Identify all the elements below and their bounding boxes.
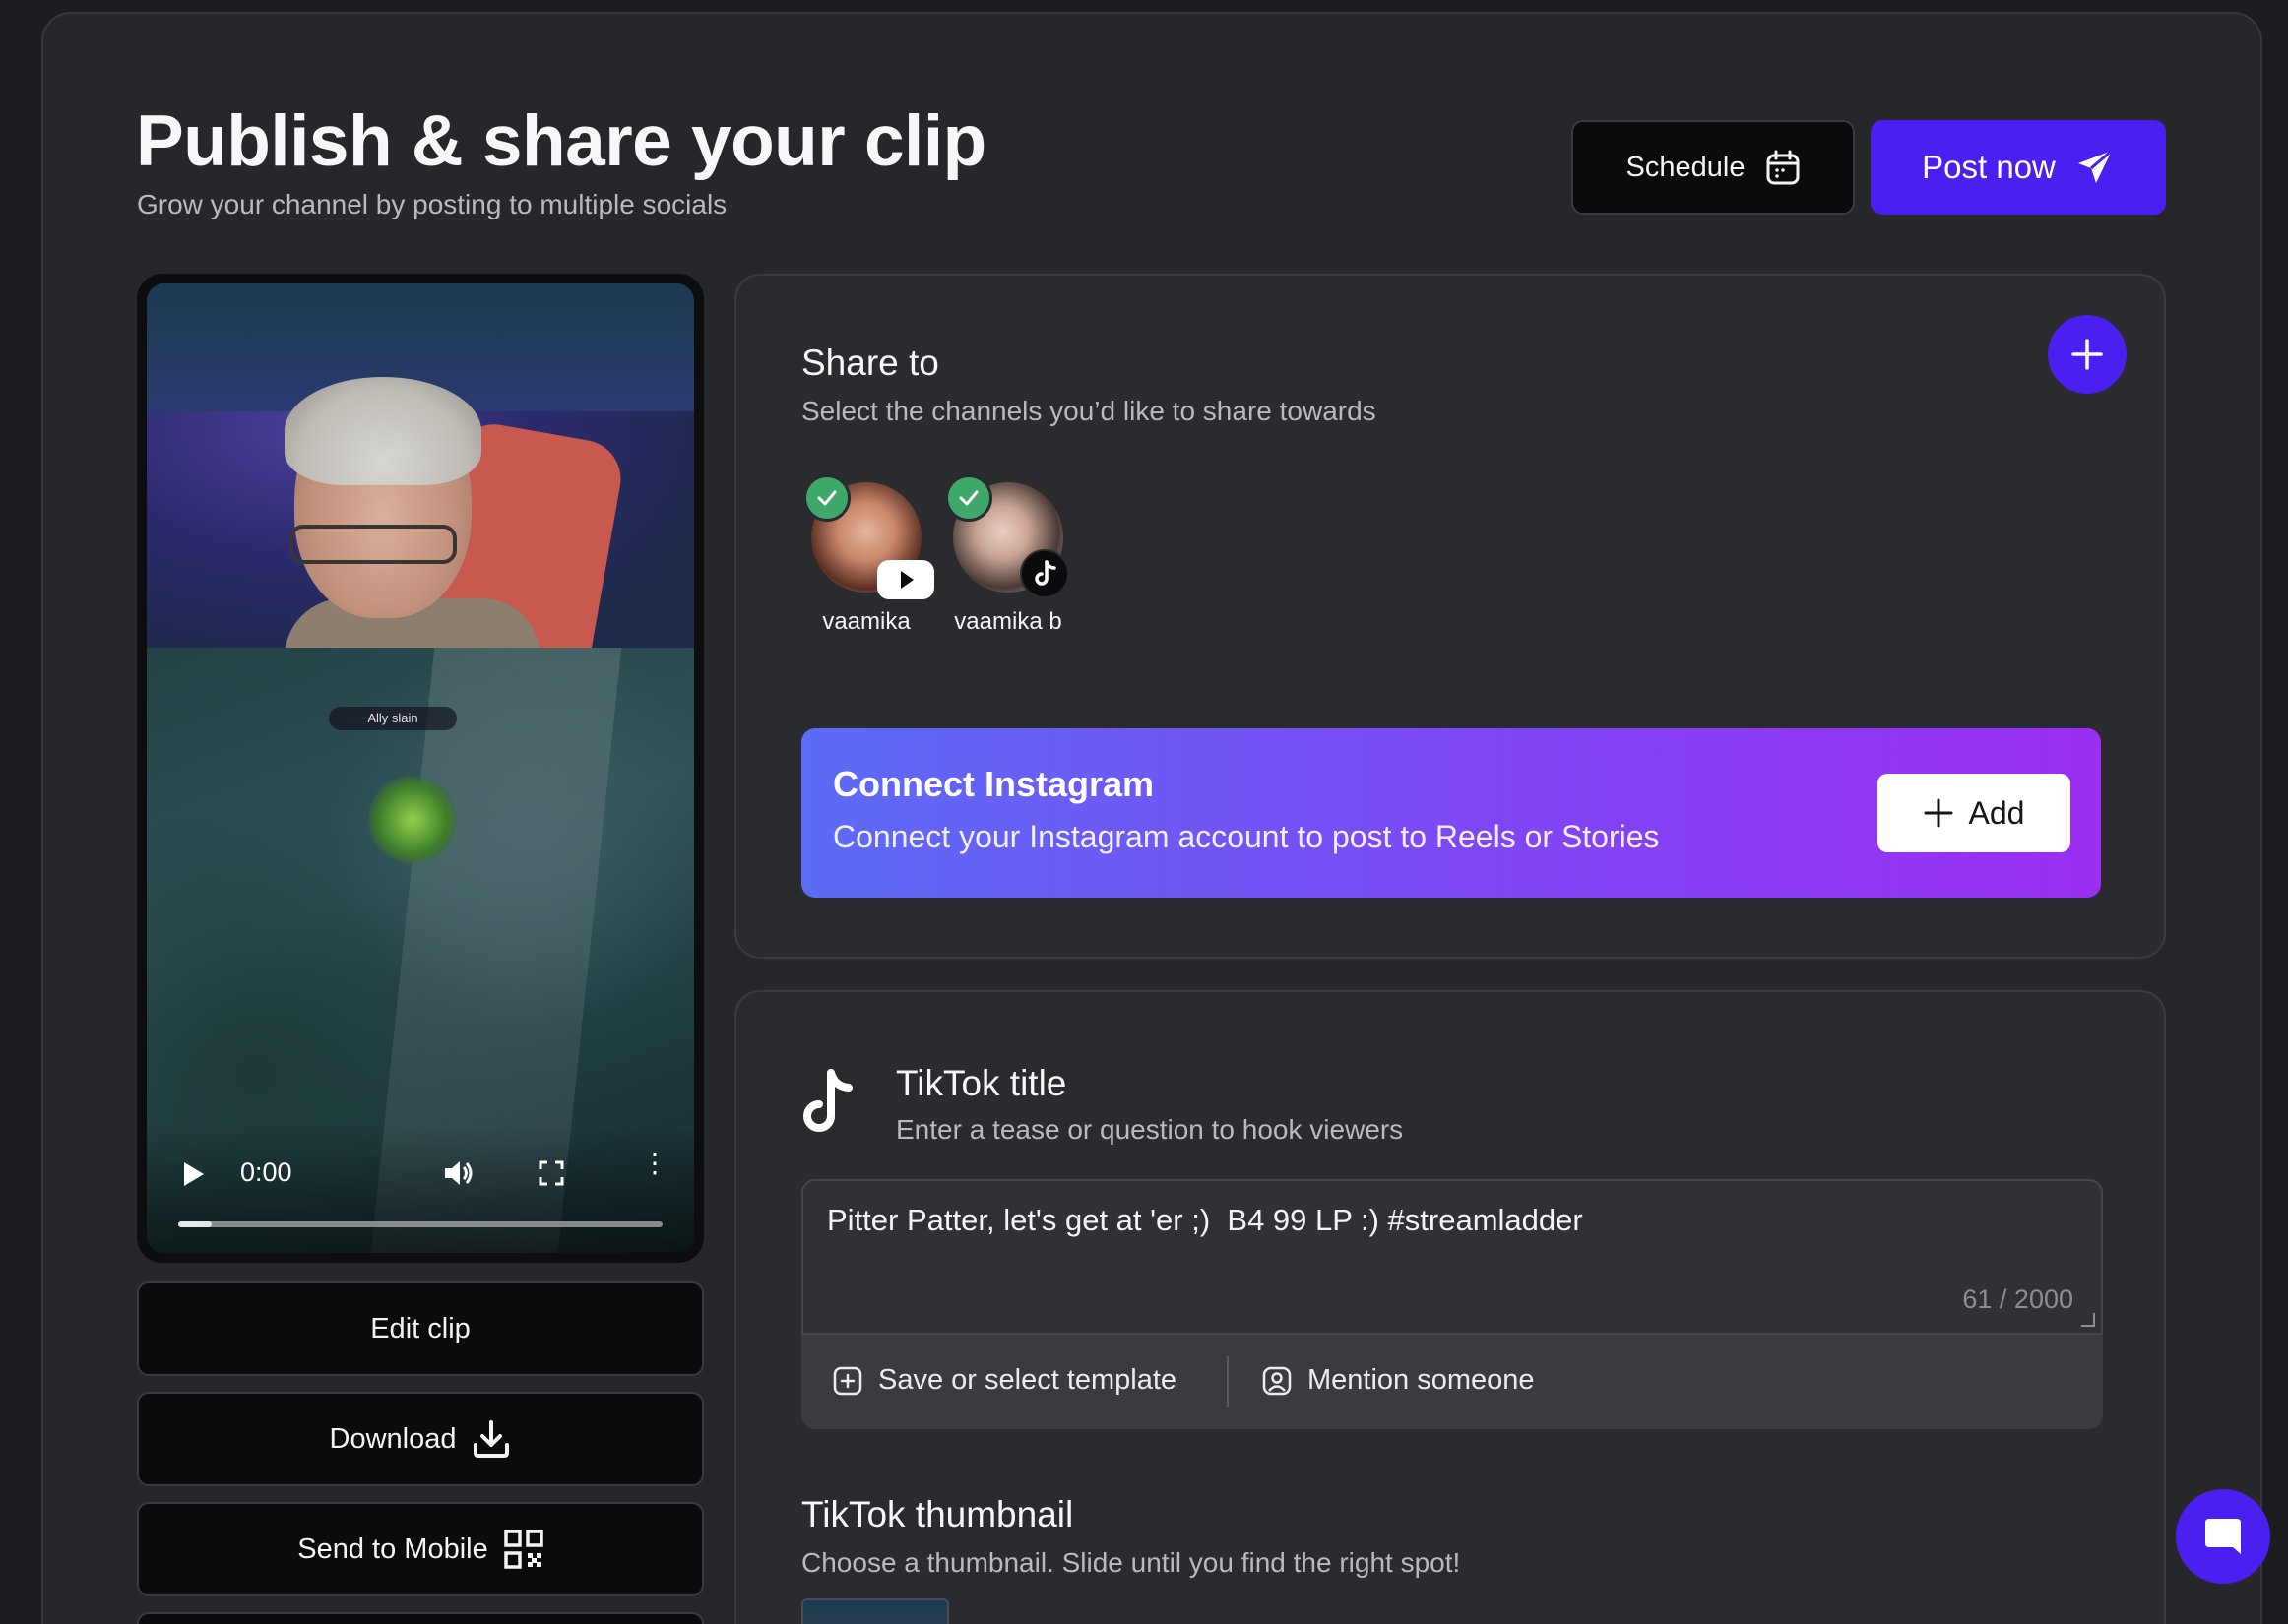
channel-name: vaamika b [954,608,1062,635]
channel-name: vaamika [822,608,911,635]
toolbar-divider [1227,1356,1229,1407]
avatar [803,474,934,599]
killfeed-text: Ally slain [329,707,457,730]
page-title: Publish & share your clip [136,101,986,181]
instagram-add-button[interactable]: Add [1877,774,2070,852]
channel-tiktok[interactable]: vaamika b [944,474,1072,638]
download-button[interactable]: Download [137,1392,704,1486]
add-label: Add [1968,794,2025,831]
fullscreen-icon[interactable] [539,1160,564,1186]
schedule-label: Schedule [1625,151,1746,183]
avatar [945,474,1069,598]
share-subtitle: Select the channels you’d like to share … [801,396,1376,426]
video-controls: 0:00 ⋮ [147,1125,694,1253]
tiktok-icon [803,1069,853,1132]
channel-youtube[interactable]: vaamika [802,474,934,638]
add-square-icon [833,1366,862,1395]
tiktok-title-heading: TikTok title [896,1063,1067,1103]
video-progress-bar[interactable] [178,1221,663,1227]
tiktok-thumbnail-heading: TikTok thumbnail [801,1494,1074,1534]
edit-clip-button[interactable]: Edit clip [137,1281,704,1376]
character-count: 61 / 2000 [1962,1284,2073,1314]
video-progress-fill [178,1221,213,1227]
play-icon[interactable] [184,1162,204,1186]
support-chat-button[interactable] [2176,1489,2270,1584]
schedule-button[interactable]: Schedule [1571,120,1855,215]
video-preview: Ally slain 0:00 ⋮ [137,274,704,1263]
share-to-card: Share to Select the channels you’d like … [734,274,2166,959]
send-to-mobile-button[interactable]: Send to Mobile [137,1502,704,1596]
thumbnail-frame[interactable] [801,1598,949,1624]
qr-code-icon [503,1530,543,1569]
add-channel-button[interactable] [2048,315,2127,394]
video-player[interactable]: Ally slain 0:00 ⋮ [147,283,694,1253]
edit-clip-label: Edit clip [370,1312,471,1344]
download-label: Download [329,1422,457,1455]
plus-icon [1924,798,1953,828]
instagram-title: Connect Instagram [833,764,1155,804]
mention-button[interactable]: Mention someone [1262,1364,1535,1397]
page-subtitle: Grow your channel by posting to multiple… [137,189,728,219]
checkmark-icon [803,474,851,522]
youtube-icon [877,560,934,599]
tiktok-icon [1020,549,1069,598]
send-to-mobile-label: Send to Mobile [297,1532,488,1565]
more-options-icon[interactable]: ⋮ [641,1150,668,1177]
send-icon [2077,149,2113,183]
user-icon [1262,1366,1292,1395]
resize-handle[interactable] [2081,1313,2095,1327]
tiktok-card: TikTok title Enter a tease or question t… [734,990,2166,1624]
plus-icon [2071,339,2103,370]
share-title: Share to [801,343,939,383]
post-now-label: Post now [1922,149,2056,185]
tiktok-title-value: Pitter Patter, let's get at 'er ;) B4 99… [827,1203,1583,1237]
title-toolbar: Save or select template Mention someone [801,1335,2103,1429]
volume-icon[interactable] [442,1156,476,1190]
chat-icon [2205,1519,2241,1554]
calendar-icon [1766,150,1800,185]
tiktok-thumbnail-subtitle: Choose a thumbnail. Slide until you find… [801,1547,1461,1578]
connect-instagram-banner: Connect Instagram Connect your Instagram… [801,728,2101,898]
download-icon [474,1420,510,1458]
post-now-button[interactable]: Post now [1871,120,2166,215]
save-template-label: Save or select template [878,1364,1177,1396]
tiktok-title-input[interactable]: Pitter Patter, let's get at 'er ;) B4 99… [801,1179,2103,1335]
webcam-region [147,283,694,661]
save-template-button[interactable]: Save or select template [833,1364,1176,1397]
instagram-subtitle: Connect your Instagram account to post t… [833,819,1660,854]
mention-label: Mention someone [1307,1364,1535,1396]
tiktok-title-subtitle: Enter a tease or question to hook viewer… [896,1114,1404,1145]
checkmark-icon [945,474,992,522]
video-time: 0:00 [240,1157,292,1187]
more-actions-button[interactable] [137,1612,704,1624]
